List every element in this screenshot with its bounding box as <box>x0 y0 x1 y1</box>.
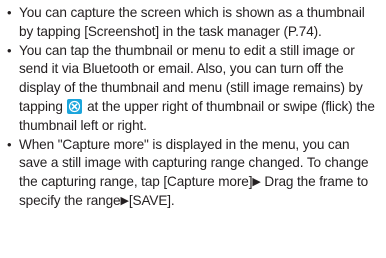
arrow-right-icon: ▶ <box>120 194 129 207</box>
item-text: [SAVE]. <box>128 192 175 208</box>
list-item: • You can tap the thumbnail or menu to ed… <box>6 42 378 136</box>
bullet-marker: • <box>7 5 12 20</box>
close-icon <box>67 98 83 114</box>
document-page: • You can capture the screen which is sho… <box>0 0 386 258</box>
bullet-list: • You can capture the screen which is sho… <box>6 4 378 211</box>
list-item: • When "Capture more" is displayed in the… <box>6 136 378 211</box>
list-item: • You can capture the screen which is sho… <box>6 4 378 42</box>
bullet-marker: • <box>7 136 12 152</box>
item-text: You can capture the screen which is show… <box>19 5 365 39</box>
arrow-right-icon: ▶ <box>252 176 261 189</box>
bullet-marker: • <box>7 42 12 58</box>
